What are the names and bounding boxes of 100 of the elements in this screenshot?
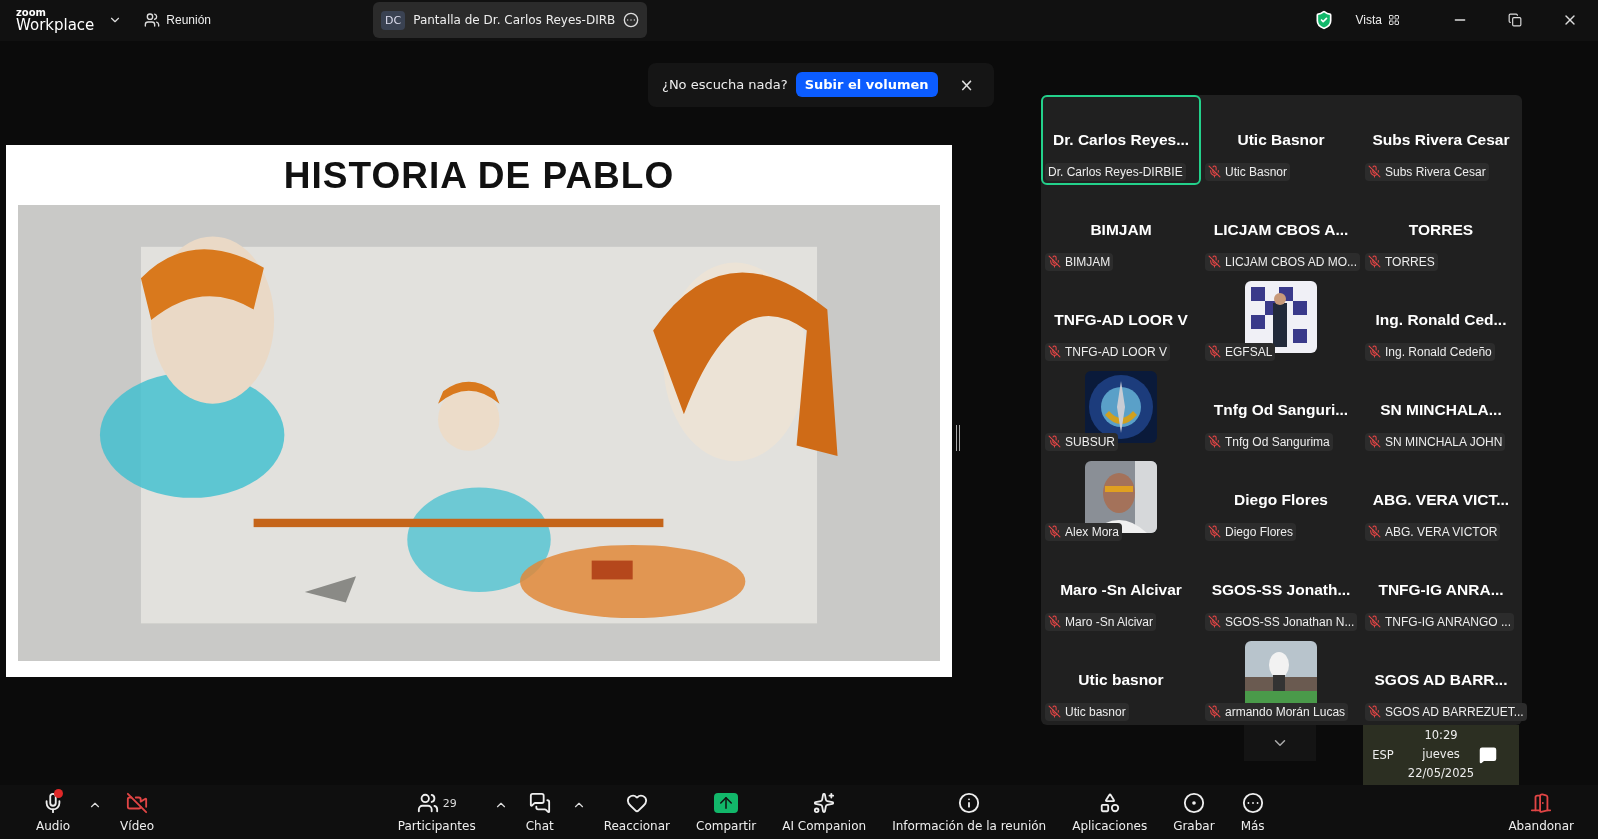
info-button[interactable]: Información de la reunión — [882, 786, 1057, 838]
ai-button[interactable]: AI Companion — [772, 786, 877, 838]
name-tag: LICJAM CBOS AD MO... — [1205, 253, 1361, 271]
participant-tile[interactable]: Dr. Carlos Reyes... Dr. Carlos Reyes-DIRBIE — [1041, 95, 1201, 185]
meeting-button[interactable]: Reunión — [136, 8, 220, 33]
participant-tile[interactable]: Utic Basnor Utic Basnor — [1201, 95, 1361, 185]
participant-name: ABG. VERA VICT... — [1372, 491, 1510, 509]
more-button[interactable]: Más — [1230, 786, 1275, 838]
participant-tile[interactable]: Subs Rivera Cesar Subs Rivera Cesar — [1361, 95, 1521, 185]
muted-mic-icon — [1368, 615, 1381, 629]
muted-mic-icon — [1208, 165, 1221, 179]
sparkle-icon — [813, 792, 836, 815]
muted-mic-icon — [1208, 615, 1221, 629]
participant-name: TORRES — [1408, 221, 1474, 239]
participant-name: Ing. Ronald Ced... — [1375, 311, 1507, 329]
name-tag: BIMJAM — [1045, 253, 1114, 271]
name-tag: SN MINCHALA JOHN — [1365, 433, 1506, 451]
participant-tile[interactable]: TNFG-IG ANRA... TNFG-IG ANRANGO ... — [1361, 545, 1521, 635]
video-button[interactable]: Vídeo — [110, 786, 164, 838]
participant-tile[interactable]: Utic basnor Utic basnor — [1041, 635, 1201, 725]
more-icon — [1241, 792, 1264, 815]
participant-count: 29 — [442, 797, 457, 810]
chat-icon — [528, 792, 551, 815]
muted-mic-icon — [1048, 615, 1061, 629]
muted-mic-icon — [1208, 705, 1221, 719]
grid-icon — [1388, 14, 1400, 27]
muted-mic-icon — [1368, 435, 1381, 449]
muted-mic-icon — [1048, 435, 1061, 449]
people-icon — [416, 792, 439, 815]
name-tag: SUBSUR — [1045, 433, 1118, 451]
slide-title: HISTORIA DE PABLO — [283, 155, 675, 197]
name-tag: TNFG-IG ANRANGO ... — [1365, 613, 1514, 631]
participant-tile[interactable]: SN MINCHALA... SN MINCHALA JOHN — [1361, 365, 1521, 455]
react-button[interactable]: Reaccionar — [593, 786, 680, 838]
heart-icon — [625, 792, 648, 815]
share-indicator[interactable]: DC Pantalla de Dr. Carlos Reyes-DIRB — [373, 2, 648, 39]
participant-tile[interactable]: EGFSAL — [1201, 275, 1361, 365]
participants-button[interactable]: 29 Participantes — [387, 786, 486, 838]
participant-tile[interactable]: Ing. Ronald Ced... Ing. Ronald Cedeño — [1361, 275, 1521, 365]
muted-mic-icon — [1048, 525, 1061, 539]
participant-name: Utic Basnor — [1237, 131, 1325, 149]
name-tag: Dr. Carlos Reyes-DIRBIE — [1045, 163, 1186, 181]
participant-name: Dr. Carlos Reyes... — [1052, 131, 1190, 149]
participant-tile[interactable]: Diego Flores Diego Flores — [1201, 455, 1361, 545]
participant-tile[interactable]: Alex Mora — [1041, 455, 1201, 545]
participant-tile[interactable]: TORRES TORRES — [1361, 185, 1521, 275]
participant-name: SGOS AD BARR... — [1374, 671, 1508, 689]
leave-button[interactable]: Abandonar — [1498, 786, 1584, 838]
more-icon[interactable] — [623, 12, 640, 29]
muted-mic-icon — [1208, 255, 1221, 269]
name-tag: TNFG-AD LOOR V — [1045, 343, 1170, 361]
name-tag: SGOS AD BARREZUET... — [1365, 703, 1527, 721]
participant-tile[interactable]: Maro -Sn Alcivar Maro -Sn Alcivar — [1041, 545, 1201, 635]
participant-tile[interactable]: ABG. VERA VICT... ABG. VERA VICTOR — [1361, 455, 1521, 545]
muted-mic-icon — [1208, 435, 1221, 449]
name-tag: TORRES — [1365, 253, 1438, 271]
name-tag: Utic basnor — [1045, 703, 1129, 721]
participant-tile[interactable]: Tnfg Od Sanguri... Tnfg Od Sangurima — [1201, 365, 1361, 455]
share-button[interactable]: Compartir — [686, 786, 767, 838]
name-tag: Maro -Sn Alcivar — [1045, 613, 1157, 631]
participant-name: BIMJAM — [1090, 221, 1152, 239]
muted-mic-icon — [1368, 525, 1381, 539]
language-indicator: ESP — [1371, 748, 1395, 762]
participant-tile[interactable]: BIMJAM BIMJAM — [1041, 185, 1201, 275]
muted-mic-icon — [1048, 255, 1061, 269]
name-tag: Alex Mora — [1045, 523, 1123, 541]
participant-name: TNFG-AD LOOR V — [1054, 311, 1188, 329]
volume-up-button[interactable]: Subir el volumen — [795, 72, 938, 98]
initials-badge: DC — [381, 11, 406, 30]
participant-tile[interactable]: LICJAM CBOS A... LICJAM CBOS AD MO... — [1201, 185, 1361, 275]
notification-icon[interactable] — [1479, 746, 1497, 764]
apps-button[interactable]: Aplicaciones — [1062, 786, 1158, 838]
view-button[interactable]: Vista — [1347, 9, 1408, 32]
participant-name: Diego Flores — [1234, 491, 1328, 509]
info-icon — [958, 792, 981, 815]
participant-tile[interactable]: armando Morán Lucas — [1201, 635, 1361, 725]
people-icon — [144, 12, 161, 29]
participant-name: SN MINCHALA... — [1380, 401, 1502, 419]
name-tag: Ing. Ronald Cedeño — [1365, 343, 1495, 361]
name-tag: Utic Basnor — [1205, 163, 1291, 181]
name-tag: ABG. VERA VICTOR — [1365, 523, 1501, 541]
name-tag: SGOS-SS Jonathan N... — [1205, 613, 1358, 631]
resize-handle[interactable] — [956, 425, 960, 451]
participant-tile[interactable]: SUBSUR — [1041, 365, 1201, 455]
participant-tile[interactable]: SGOS-SS Jonath... SGOS-SS Jonathan N... — [1201, 545, 1361, 635]
name-tag: armando Morán Lucas — [1205, 703, 1349, 721]
close-button[interactable]: × — [953, 74, 980, 96]
participant-tile[interactable]: TNFG-AD LOOR V TNFG-AD LOOR V — [1041, 275, 1201, 365]
record-button[interactable]: Grabar — [1163, 786, 1225, 838]
alert-dot — [54, 789, 63, 799]
muted-mic-icon — [1368, 255, 1381, 269]
muted-mic-icon — [1048, 705, 1061, 719]
muted-mic-icon — [1208, 525, 1221, 539]
participant-name: TNFG-IG ANRA... — [1378, 581, 1504, 599]
chat-button[interactable]: Chat — [515, 786, 564, 838]
restore-icon[interactable] — [1508, 13, 1522, 28]
name-tag: EGFSAL — [1205, 343, 1276, 361]
audio-button[interactable]: Audio — [26, 786, 81, 838]
door-icon — [1530, 792, 1553, 815]
name-tag: Tnfg Od Sangurima — [1205, 433, 1333, 451]
